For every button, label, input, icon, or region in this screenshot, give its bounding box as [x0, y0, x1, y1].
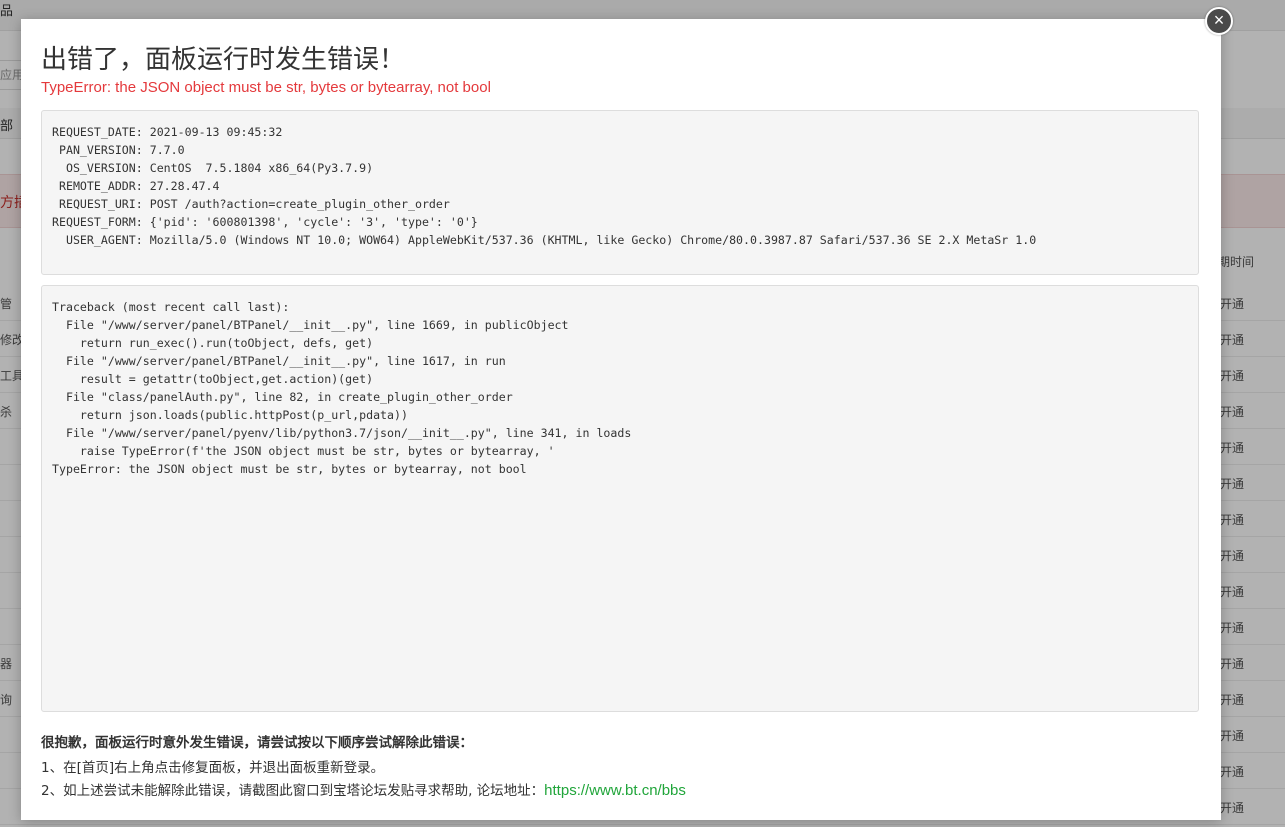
error-dialog: 出错了，面板运行时发生错误！ TypeError: the JSON objec… — [21, 19, 1221, 820]
forum-link[interactable]: https://www.bt.cn/bbs — [544, 782, 686, 799]
request-info-box: REQUEST_DATE: 2021-09-13 09:45:32 PAN_VE… — [41, 110, 1199, 275]
help-heading: 很抱歉，面板运行时意外发生错误，请尝试按以下顺序尝试解除此错误： — [41, 735, 473, 751]
error-message: TypeError: the JSON object must be str, … — [41, 79, 491, 96]
help-step-1: 1、在[首页]右上角点击修复面板，并退出面板重新登录。 — [41, 760, 385, 776]
help-step-2: 2、如上述尝试未能解除此错误，请截图此窗口到宝塔论坛发贴寻求帮助, 论坛地址：h… — [41, 779, 686, 799]
dialog-title: 出错了，面板运行时发生错误！ — [41, 45, 406, 75]
help-step-2-text: 2、如上述尝试未能解除此错误，请截图此窗口到宝塔论坛发贴寻求帮助, 论坛地址： — [41, 783, 545, 799]
close-icon[interactable]: × — [1205, 7, 1233, 35]
traceback-box: Traceback (most recent call last): File … — [41, 285, 1199, 712]
